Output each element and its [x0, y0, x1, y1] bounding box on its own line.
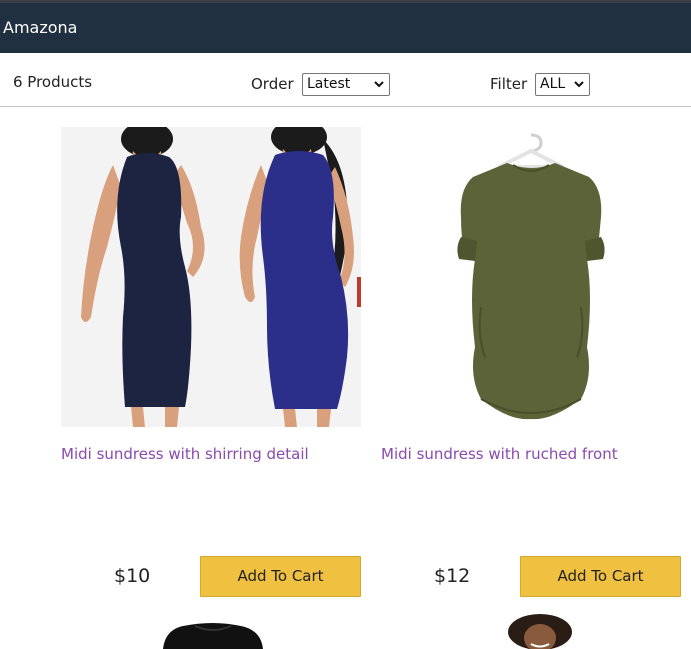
product-count: 6 Products	[13, 73, 93, 91]
product-card: Midi sundress with ruched front $12 Add …	[381, 127, 681, 597]
product-card: Midi sundress with shirring detail $10 A…	[61, 127, 361, 597]
order-label: Order	[251, 75, 294, 93]
product-image[interactable]	[61, 127, 361, 427]
filter-bar: 6 Products Order Latest Filter ALL	[0, 53, 691, 107]
brand-link[interactable]: Amazona	[3, 18, 77, 37]
product-title-link[interactable]: Midi sundress with shirring detail	[61, 445, 309, 463]
product-price: $12	[434, 565, 471, 587]
add-to-cart-button[interactable]: Add To Cart	[200, 556, 361, 597]
add-to-cart-button[interactable]: Add To Cart	[520, 556, 681, 597]
filter-select[interactable]: ALL	[535, 73, 590, 96]
order-select-value: Latest	[307, 76, 351, 92]
app-header: Amazona	[0, 3, 691, 53]
chevron-down-icon	[374, 81, 384, 88]
product-image-preview[interactable]	[155, 620, 270, 649]
filter-label: Filter	[490, 75, 528, 93]
product-image[interactable]	[381, 127, 681, 427]
product-price: $10	[114, 565, 151, 587]
product-title-link[interactable]: Midi sundress with ruched front	[381, 445, 618, 463]
order-select[interactable]: Latest	[302, 73, 390, 96]
product-image-preview[interactable]	[505, 614, 575, 649]
chevron-down-icon	[574, 81, 584, 88]
filter-select-value: ALL	[540, 76, 566, 92]
